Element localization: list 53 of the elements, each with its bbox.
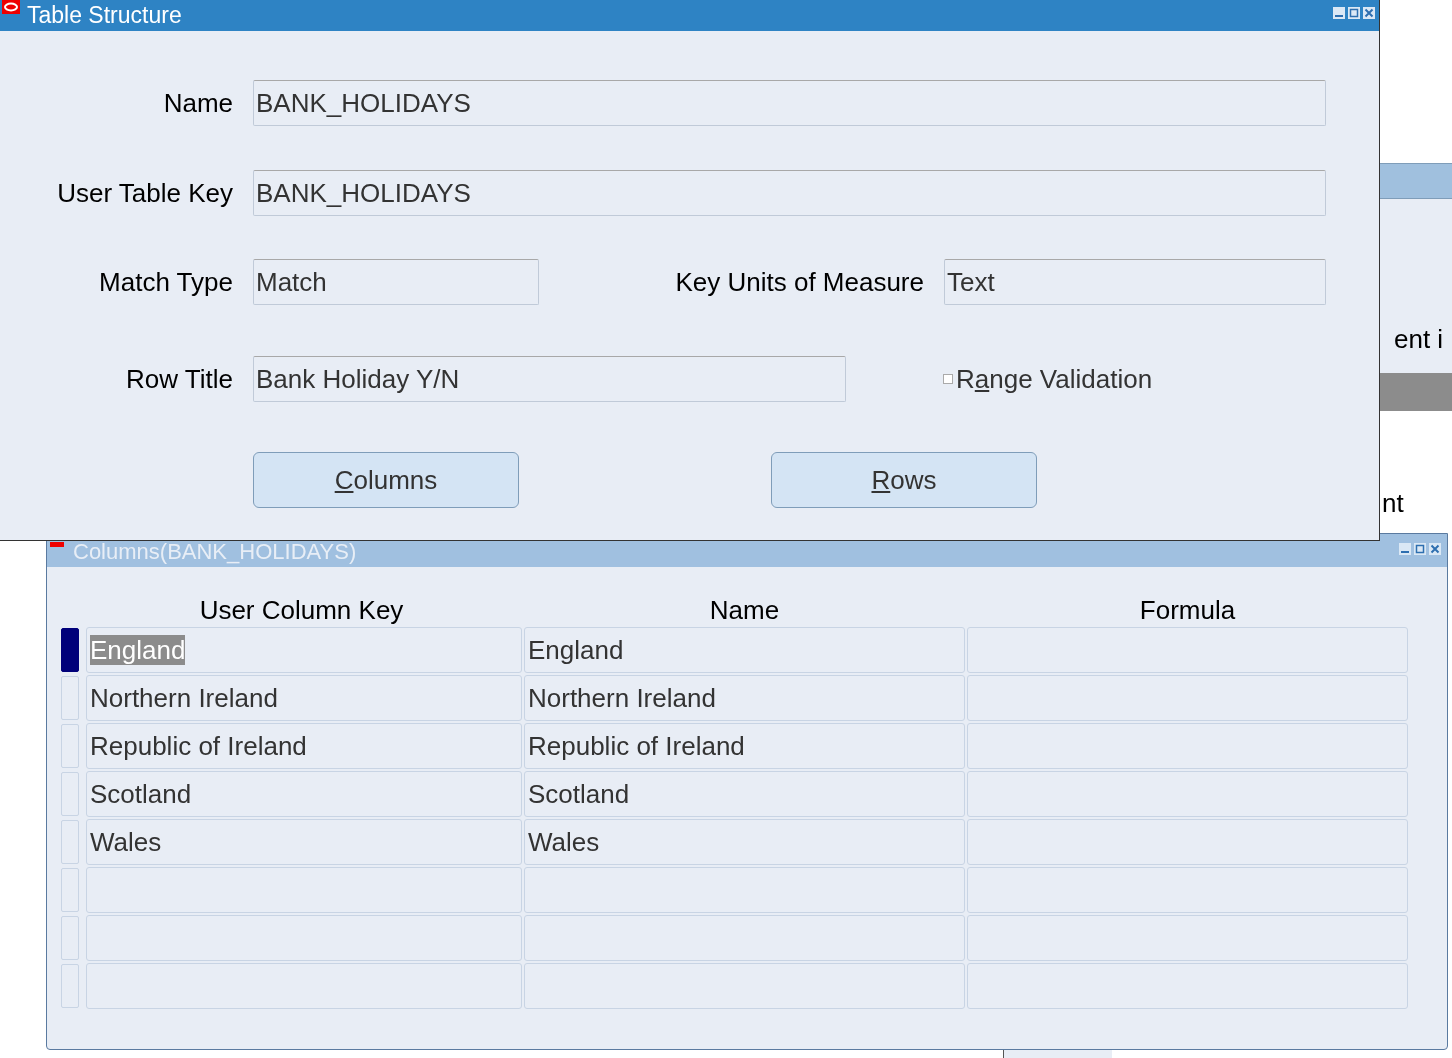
input-field[interactable]: BANK_HOLIDAYS — [253, 80, 1326, 126]
app-icon — [2, 0, 20, 14]
window-title: Table Structure — [27, 2, 182, 29]
input-field[interactable]: Bank Holiday Y/N — [253, 356, 846, 402]
table-cell[interactable] — [967, 867, 1408, 913]
maximize-icon[interactable] — [1414, 543, 1426, 555]
row-indicator[interactable] — [61, 628, 79, 672]
maximize-icon[interactable] — [1348, 7, 1360, 19]
table-cell[interactable]: Scotland — [524, 771, 965, 817]
column-header: Name — [708, 594, 781, 627]
field-label: Row Title — [125, 363, 233, 395]
table-cell[interactable] — [524, 867, 965, 913]
close-icon[interactable] — [1429, 543, 1441, 555]
table-cell[interactable] — [524, 915, 965, 961]
input-field[interactable]: BANK_HOLIDAYS — [253, 170, 1326, 216]
table-cell[interactable] — [967, 819, 1408, 865]
field-label: Name — [162, 87, 233, 119]
table-cell[interactable] — [524, 963, 965, 1009]
table-cell[interactable]: Scotland — [86, 771, 522, 817]
input-field[interactable]: Match — [253, 259, 539, 305]
table-cell[interactable]: England — [524, 627, 965, 673]
table-cell[interactable] — [967, 627, 1408, 673]
table-cell[interactable] — [86, 963, 522, 1009]
field-label: User Table Key — [56, 177, 233, 209]
input-field[interactable]: Text — [944, 259, 1326, 305]
column-header: Formula — [1138, 594, 1237, 627]
checkbox-label[interactable]: Range Validation — [956, 363, 1153, 395]
column-header: User Column Key — [198, 594, 405, 627]
app-icon — [50, 542, 64, 547]
table-cell[interactable]: Northern Ireland — [524, 675, 965, 721]
table-cell[interactable] — [967, 723, 1408, 769]
table-cell[interactable]: Northern Ireland — [86, 675, 522, 721]
dialog-button[interactable]: Columns — [253, 452, 519, 508]
label: nt — [1382, 488, 1404, 519]
table-cell[interactable]: Wales — [524, 819, 965, 865]
label: ent i — [1394, 324, 1444, 355]
table-cell[interactable] — [967, 963, 1408, 1009]
table-cell[interactable] — [86, 867, 522, 913]
table-cell[interactable]: Republic of Ireland — [524, 723, 965, 769]
table-cell[interactable] — [967, 915, 1408, 961]
close-icon[interactable] — [1363, 7, 1375, 19]
minimize-icon[interactable] — [1333, 7, 1345, 19]
table-cell[interactable]: Wales — [86, 819, 522, 865]
dialog-button[interactable]: Rows — [771, 452, 1037, 508]
field-label: Match Type — [98, 266, 233, 298]
minimize-icon[interactable] — [1399, 543, 1411, 555]
window-title: Columns(BANK_HOLIDAYS) — [73, 539, 357, 565]
table-cell[interactable] — [967, 675, 1408, 721]
table-cell[interactable] — [967, 771, 1408, 817]
table-cell[interactable] — [86, 915, 522, 961]
field-label: Key Units of Measure — [674, 266, 924, 298]
checkbox[interactable] — [943, 374, 953, 384]
table-cell[interactable]: Republic of Ireland — [86, 723, 522, 769]
